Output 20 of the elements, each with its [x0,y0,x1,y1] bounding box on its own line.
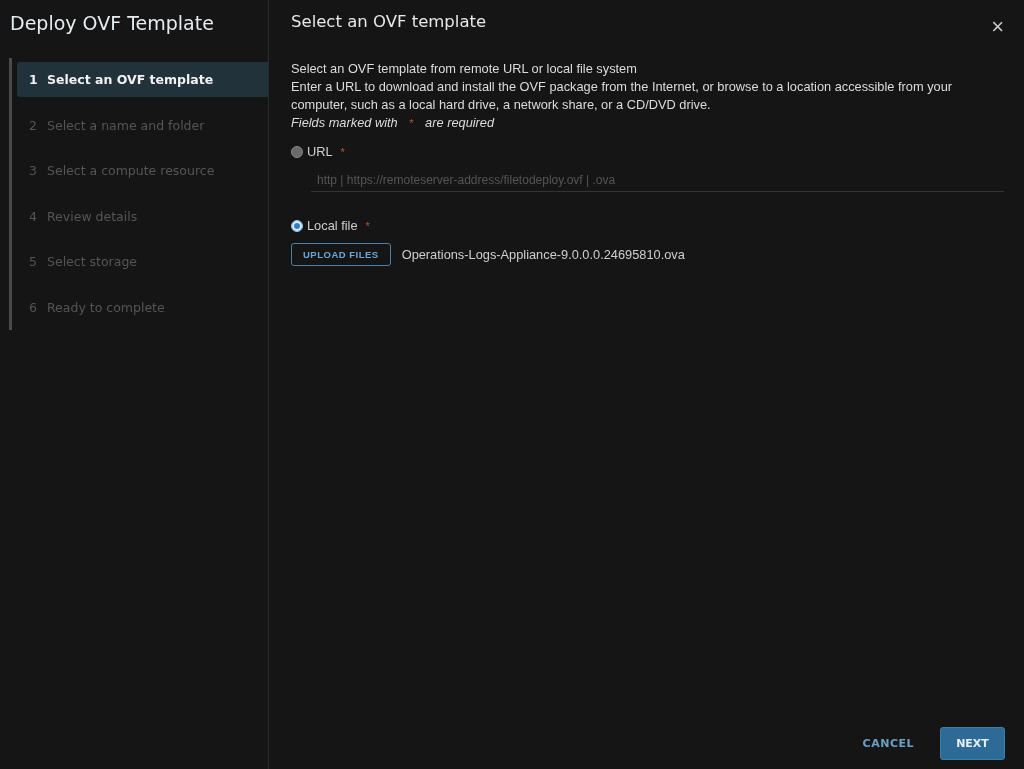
wizard-step[interactable]: 1 Select an OVF template [17,62,268,97]
file-name: Operations-Logs-Appliance-9.0.0.0.24695810.ova [401,247,685,262]
radio-label[interactable]: URL [307,144,333,159]
description-text: Enter a URL to download and install the OVF package from the Internet, or browse to a location accessible from your computer, such as a local hard drive, a network share, or a CD/DVD drive. [291,78,954,114]
cancel-button[interactable]: CANCEL [856,735,920,751]
close-button[interactable]: × [987,16,1008,38]
required-asterisk: * [340,145,345,158]
upload-files-button[interactable]: UPLOAD FILES [291,243,391,266]
url-field[interactable]: http | https://remoteserver-address/filetodeploy.ovf | .ova [311,169,1004,192]
intro-text: Select an OVF template from remote URL or local file system [291,60,638,78]
next-button[interactable]: NEXT [940,726,1005,760]
required-asterisk: * [409,117,414,129]
radio-label[interactable]: Local file [307,218,358,233]
radio-button[interactable] [291,145,303,158]
radio-button[interactable] [291,219,303,232]
required-note: Fields marked with [291,115,398,130]
required-note: are required [425,115,495,130]
wizard-title: Deploy OVF Template [10,12,215,34]
page-title: Select an OVF template [291,12,487,31]
required-asterisk: * [365,219,370,232]
